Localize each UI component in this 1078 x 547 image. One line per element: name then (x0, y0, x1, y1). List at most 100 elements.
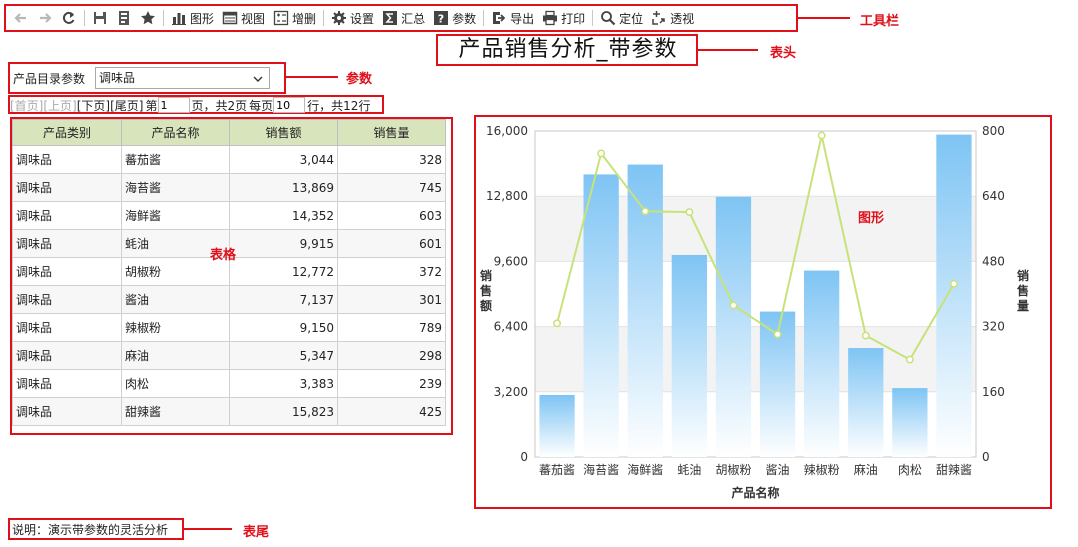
locate-button[interactable]: 定位 (596, 7, 647, 29)
back-button[interactable] (9, 7, 33, 29)
chart-annotation-label: 图形 (858, 211, 885, 226)
settings-button-label: 设置 (350, 11, 375, 26)
summary-button[interactable]: 汇总 (378, 7, 429, 29)
next-page-link[interactable]: [下页] (77, 97, 110, 114)
per-page-input[interactable] (273, 97, 306, 113)
chevron-down-icon (252, 71, 264, 83)
export-button[interactable]: 导出 (487, 7, 538, 29)
bar (804, 270, 840, 457)
svg-text:?: ? (438, 13, 444, 26)
table-cell: 调味品 (12, 173, 122, 202)
y2-tick-label: 800 (982, 124, 1005, 138)
data-table: 产品类别 产品名称 销售额 销售量 调味品 蕃茄酱 3,044 328 调味品 … (12, 119, 446, 426)
column-header[interactable]: 产品类别 (12, 119, 122, 146)
pivot-button[interactable]: 透视 (647, 7, 698, 29)
line-point (641, 207, 650, 216)
prev-page-link[interactable]: [上页] (43, 97, 76, 114)
footer-annotation-label: 表尾 (243, 525, 270, 540)
x-tick-label: 胡椒粉 (715, 463, 751, 477)
table-cell: 甜辣酱 (121, 397, 230, 426)
per-page-suffix: 行，共12行 (307, 98, 371, 113)
page-prefix: 第 (145, 98, 158, 113)
table-cell: 298 (337, 341, 446, 370)
line-point (950, 279, 958, 288)
toolbar-separator (483, 10, 485, 26)
view-button[interactable]: 视图 (218, 7, 269, 29)
refresh-icon (61, 10, 77, 26)
gear-icon (331, 10, 347, 26)
y-axis-title-char: 销 (480, 268, 492, 283)
x-tick-label: 海苔酱 (583, 462, 619, 477)
table-cell: 调味品 (12, 369, 122, 398)
forward-button[interactable] (33, 7, 57, 29)
table-cell: 12,772 (229, 257, 338, 286)
last-page-link[interactable]: [尾页] (110, 97, 143, 114)
table-cell: 745 (337, 173, 446, 202)
chart-button-label: 图形 (190, 11, 215, 26)
line-point (773, 330, 782, 339)
view-icon (222, 10, 238, 26)
table-cell: 调味品 (12, 397, 122, 426)
table-cell: 肉松 (121, 369, 230, 398)
add-delete-button[interactable]: 增删 (269, 7, 320, 29)
y-axis-title-char: 额 (480, 298, 492, 313)
bar (715, 196, 752, 457)
back-arrow-icon (13, 10, 29, 26)
first-page-link[interactable]: [首页] (10, 97, 43, 114)
y-tick-label: 9,600 (494, 254, 528, 268)
combo-chart: 0 0 3,200 160 6,400 320 9,600 480 12,800 640 16,00… (480, 124, 1029, 500)
table-row: 调味品 酱油 7,137 301 (12, 285, 446, 314)
param-select[interactable]: 调味品 (95, 67, 270, 89)
per-page-prefix: 每页 (249, 98, 274, 113)
print-button[interactable]: 打印 (538, 7, 589, 29)
column-header[interactable]: 销售量 (337, 119, 446, 146)
line-point (685, 208, 694, 217)
table-cell: 239 (337, 369, 446, 398)
settings-button[interactable]: 设置 (327, 7, 378, 29)
x-tick-label: 辣椒粉 (804, 463, 840, 477)
table-header-row: 产品类别 产品名称 销售额 销售量 (12, 119, 446, 146)
toolbar-annotation-line (798, 17, 850, 19)
param-button-label: 参数 (452, 11, 477, 26)
table-cell: 7,137 (229, 285, 338, 314)
table-cell: 蕃茄酱 (121, 145, 230, 174)
y2-tick-label: 320 (982, 320, 1005, 334)
summary-button-label: 汇总 (401, 11, 426, 26)
param-button[interactable]: ? 参数 (429, 7, 480, 29)
save-as-icon (116, 10, 132, 26)
save-button[interactable] (88, 7, 112, 29)
table-cell: 425 (337, 397, 446, 426)
footer-note: 说明：演示带参数的灵活分析 (12, 523, 169, 537)
column-header[interactable]: 产品名称 (121, 119, 230, 146)
page-number-input[interactable] (157, 97, 190, 113)
bar (936, 134, 972, 457)
x-tick-label: 蚝油 (677, 463, 701, 477)
y-tick-label: 3,200 (494, 385, 528, 399)
y2-axis-title-char: 售 (1017, 283, 1029, 298)
table-cell: 601 (337, 229, 446, 258)
line-point (861, 331, 870, 340)
table-cell: 调味品 (12, 145, 122, 174)
param-label: 产品目录参数 (13, 72, 86, 86)
column-header[interactable]: 销售额 (229, 119, 338, 146)
header-annotation-line (698, 49, 758, 51)
save-as-button[interactable] (112, 7, 136, 29)
bar (892, 388, 928, 457)
line-point (729, 301, 738, 310)
y2-axis-title-char: 量 (1017, 299, 1029, 313)
printer-icon (542, 10, 558, 26)
bar (539, 394, 575, 457)
table-row: 调味品 海鲜酱 14,352 603 (12, 201, 446, 230)
chart-button[interactable]: 图形 (167, 7, 218, 29)
favorite-button[interactable] (136, 7, 160, 29)
table-cell: 301 (337, 285, 446, 314)
y2-tick-label: 480 (982, 254, 1005, 268)
table-cell: 调味品 (12, 201, 122, 230)
y2-axis-title-char: 销 (1017, 268, 1029, 283)
bar-chart-icon (171, 10, 187, 26)
table-row: 调味品 辣椒粉 9,150 789 (12, 313, 446, 342)
line-point (553, 319, 562, 328)
x-axis-title: 产品名称 (731, 485, 779, 500)
refresh-button[interactable] (57, 7, 81, 29)
y2-axis-title: 销售量 (1017, 268, 1029, 313)
